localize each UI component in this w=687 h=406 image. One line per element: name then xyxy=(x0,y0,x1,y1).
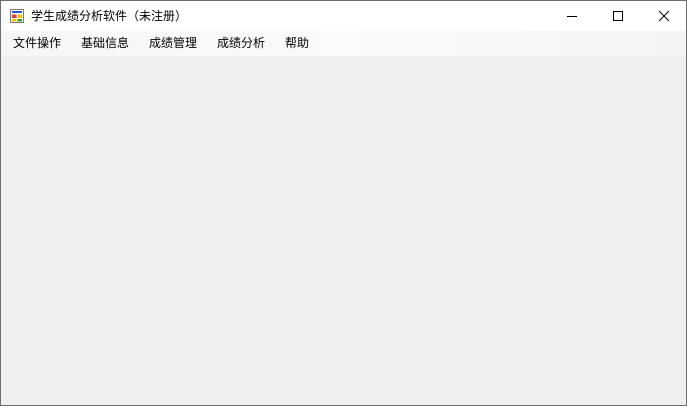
maximize-icon xyxy=(613,11,623,21)
menu-bar: 文件操作 基础信息 成绩管理 成绩分析 帮助 xyxy=(1,31,686,56)
minimize-button[interactable] xyxy=(549,1,595,31)
window-title: 学生成绩分析软件（未注册） xyxy=(31,9,188,23)
menu-grade-analysis[interactable]: 成绩分析 xyxy=(217,34,265,53)
client-area xyxy=(1,56,686,405)
menu-basic-info[interactable]: 基础信息 xyxy=(81,34,129,53)
close-button[interactable] xyxy=(641,1,686,31)
menu-help[interactable]: 帮助 xyxy=(285,34,309,53)
menu-file-operations[interactable]: 文件操作 xyxy=(13,34,61,53)
close-icon xyxy=(658,10,670,22)
menu-grade-management[interactable]: 成绩管理 xyxy=(149,34,197,53)
main-window: 学生成绩分析软件（未注册） 文件操作 基础信息 成绩管理 成绩分析 帮助 xyxy=(0,0,687,406)
title-bar[interactable]: 学生成绩分析软件（未注册） xyxy=(1,1,686,31)
minimize-icon xyxy=(567,16,577,17)
app-window-icon[interactable] xyxy=(10,9,24,23)
maximize-button[interactable] xyxy=(595,1,641,31)
